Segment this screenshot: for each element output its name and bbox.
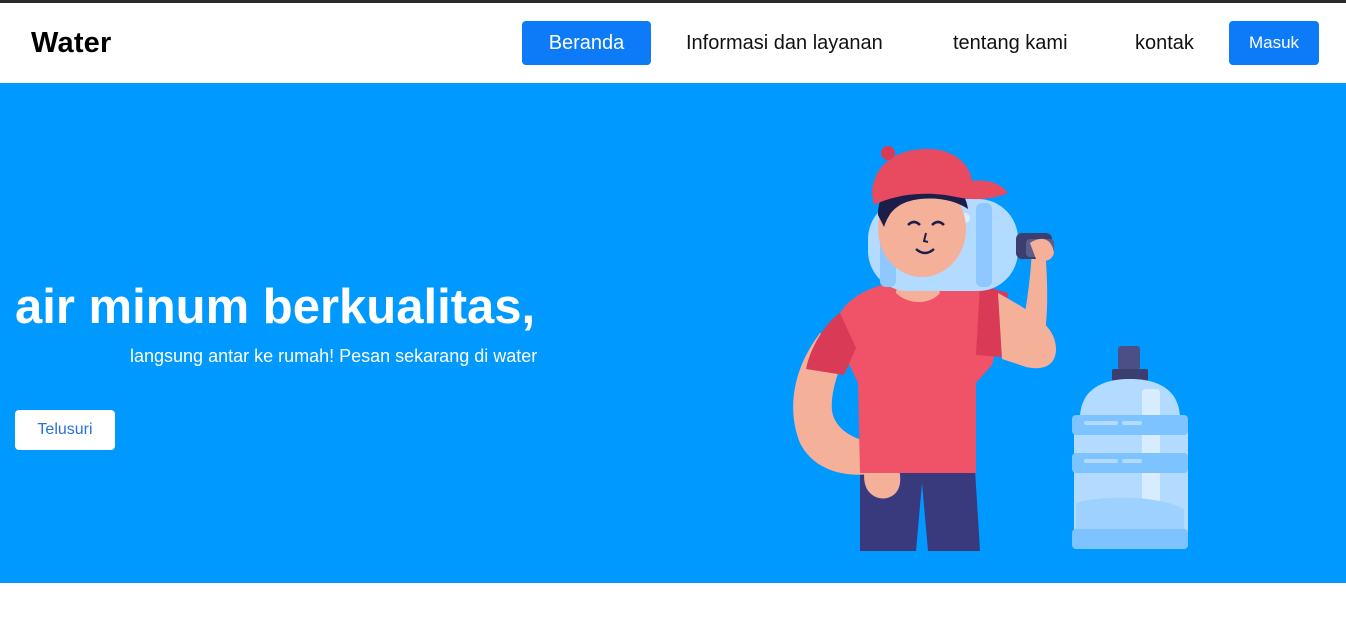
hero-section: air minum berkualitas, langsung antar ke… [0,83,1346,583]
brand-logo[interactable]: Water [31,27,112,60]
nav-item-beranda[interactable]: Beranda [522,21,651,65]
hero-title: air minum berkualitas, [15,280,536,334]
hero-subtitle: langsung antar ke rumah! Pesan sekarang … [130,346,538,366]
navbar: Water Beranda Informasi dan layanan tent… [0,3,1346,83]
delivery-man-illustration [793,146,1188,551]
explore-button[interactable]: Telusuri [15,410,115,450]
nav-item-tentang-kami[interactable]: tentang kami [953,21,1083,65]
login-button[interactable]: Masuk [1229,21,1319,65]
nav-item-kontak[interactable]: kontak [1135,21,1205,65]
nav-item-informasi[interactable]: Informasi dan layanan [686,21,896,65]
